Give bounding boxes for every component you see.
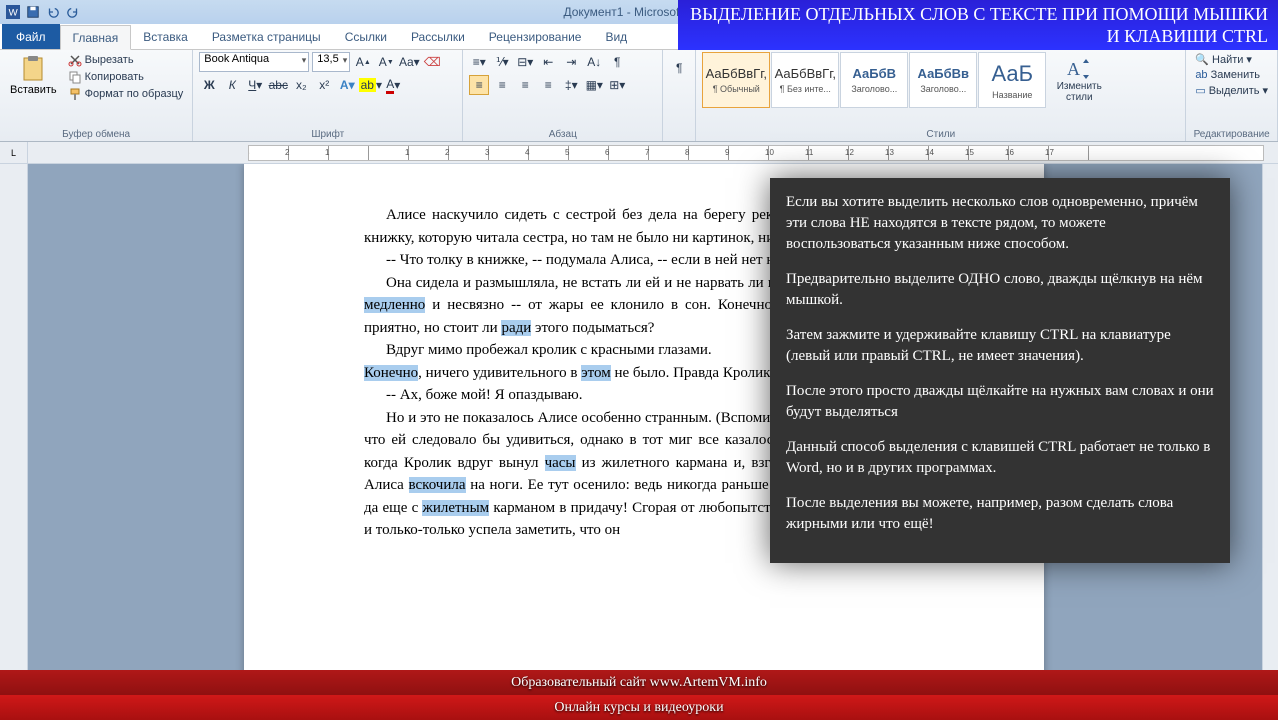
tab-review[interactable]: Рецензирование — [477, 24, 594, 49]
selected-word: медленно — [364, 297, 425, 313]
footer-tagline: Онлайн курсы и видеоуроки — [0, 695, 1278, 720]
align-left-icon[interactable]: ≡ — [469, 75, 489, 95]
tip-text: Предварительно выделите ОДНО слово, дваж… — [786, 269, 1214, 311]
cut-button[interactable]: Вырезать — [65, 52, 187, 68]
tutorial-title-overlay: ВЫДЕЛЕНИЕ ОТДЕЛЬНЫХ СЛОВ С ТЕКСТЕ ПРИ ПО… — [678, 0, 1278, 50]
style-normal[interactable]: АаБбВвГг,¶ Обычный — [702, 52, 770, 108]
bold-button[interactable]: Ж — [199, 75, 219, 95]
font-name-combo[interactable]: Book Antiqua — [199, 52, 309, 72]
tab-view[interactable]: Вид — [593, 24, 639, 49]
align-center-icon[interactable]: ≡ — [492, 75, 512, 95]
svg-text:A: A — [1067, 59, 1080, 79]
group-label-font: Шрифт — [199, 128, 456, 141]
tip-text: После выделения вы можете, например, раз… — [786, 493, 1214, 535]
tab-selector[interactable]: L — [0, 142, 28, 163]
show-marks-icon[interactable]: ¶ — [669, 58, 689, 78]
ruler-horizontal[interactable]: L 3211234567891011121314151617 — [0, 142, 1278, 164]
tab-layout[interactable]: Разметка страницы — [200, 24, 333, 49]
pilcrow-icon[interactable]: ¶ — [607, 52, 627, 72]
clear-format-icon[interactable]: ⌫ — [422, 52, 442, 72]
tab-insert[interactable]: Вставка — [131, 24, 200, 49]
ribbon: Вставить Вырезать Копировать Формат по о… — [0, 50, 1278, 142]
bullets-icon[interactable]: ≡▾ — [469, 52, 489, 72]
tutorial-tip-panel: Если вы хотите выделить несколько слов о… — [770, 178, 1230, 563]
change-case-icon[interactable]: Aa▾ — [399, 52, 419, 72]
font-size-combo[interactable]: 13,5 — [312, 52, 350, 72]
shading-icon[interactable]: ▦▾ — [584, 75, 604, 95]
selected-word: вскочила — [409, 477, 466, 493]
select-button[interactable]: ▭Выделить ▾ — [1192, 83, 1271, 98]
underline-button[interactable]: Ч▾ — [245, 75, 265, 95]
style-heading2[interactable]: АаБбВвЗаголово... — [909, 52, 977, 108]
strike-button[interactable]: abc — [268, 75, 288, 95]
copy-button[interactable]: Копировать — [65, 69, 187, 85]
selected-word: этом — [581, 365, 611, 381]
tab-mail[interactable]: Рассылки — [399, 24, 477, 49]
italic-button[interactable]: К — [222, 75, 242, 95]
footer-site: Образовательный сайт www.ArtemVM.info — [0, 670, 1278, 695]
footer-banner: Образовательный сайт www.ArtemVM.info Он… — [0, 670, 1278, 720]
vertical-scrollbar[interactable] — [1262, 164, 1278, 670]
selected-word: ради — [501, 320, 531, 336]
format-painter-button[interactable]: Формат по образцу — [65, 86, 187, 102]
undo-icon[interactable] — [44, 3, 62, 21]
align-right-icon[interactable]: ≡ — [515, 75, 535, 95]
selected-word: часы — [545, 455, 576, 471]
paste-button[interactable]: Вставить — [6, 52, 61, 128]
group-label-editing: Редактирование — [1192, 128, 1271, 141]
word-icon[interactable]: W — [4, 3, 22, 21]
find-button[interactable]: 🔍Найти ▾ — [1192, 52, 1271, 67]
redo-icon[interactable] — [64, 3, 82, 21]
save-icon[interactable] — [24, 3, 42, 21]
justify-icon[interactable]: ≡ — [538, 75, 558, 95]
tip-text: Данный способ выделения с клавишей CTRL … — [786, 437, 1214, 479]
tab-home[interactable]: Главная — [60, 25, 132, 50]
tip-text: Затем зажмите и удерживайте клавишу CTRL… — [786, 325, 1214, 367]
grow-font-icon[interactable]: A▲ — [353, 52, 373, 72]
group-label-clipboard: Буфер обмена — [6, 128, 186, 141]
change-styles-button[interactable]: A Изменить стили — [1056, 52, 1102, 108]
outdent-icon[interactable]: ⇤ — [538, 52, 558, 72]
text-effects-icon[interactable]: A▾ — [337, 75, 357, 95]
multilevel-icon[interactable]: ⊟▾ — [515, 52, 535, 72]
selected-word: Конечно — [364, 365, 418, 381]
indent-icon[interactable]: ⇥ — [561, 52, 581, 72]
style-heading1[interactable]: АаБбВЗаголово... — [840, 52, 908, 108]
superscript-button[interactable]: x² — [314, 75, 334, 95]
paste-label: Вставить — [10, 84, 57, 96]
style-gallery[interactable]: АаБбВвГг,¶ Обычный АаБбВвГг,¶ Без инте..… — [702, 52, 1046, 128]
tip-text: Если вы хотите выделить несколько слов о… — [786, 192, 1214, 255]
tab-refs[interactable]: Ссылки — [333, 24, 399, 49]
subscript-button[interactable]: x₂ — [291, 75, 311, 95]
group-paragraph: ≡▾ ⅟▾ ⊟▾ ⇤ ⇥ A↓ ¶ ≡ ≡ ≡ ≡ ‡▾ ▦▾ ⊞▾ Абзац — [463, 50, 663, 141]
group-label-styles: Стили — [702, 128, 1179, 141]
group-show-marks: ¶ — [663, 50, 696, 141]
group-styles: АаБбВвГг,¶ Обычный АаБбВвГг,¶ Без инте..… — [696, 50, 1186, 141]
line-spacing-icon[interactable]: ‡▾ — [561, 75, 581, 95]
group-editing: 🔍Найти ▾ abЗаменить ▭Выделить ▾ Редактир… — [1186, 50, 1278, 141]
group-label-paragraph: Абзац — [469, 128, 656, 141]
tip-text: После этого просто дважды щёлкайте на ну… — [786, 381, 1214, 423]
ruler-vertical[interactable] — [0, 164, 28, 670]
selected-word: жилетным — [422, 500, 489, 516]
sort-icon[interactable]: A↓ — [584, 52, 604, 72]
replace-button[interactable]: abЗаменить — [1192, 68, 1271, 82]
highlight-icon[interactable]: ab▾ — [360, 75, 380, 95]
style-nospacing[interactable]: АаБбВвГг,¶ Без инте... — [771, 52, 839, 108]
borders-icon[interactable]: ⊞▾ — [607, 75, 627, 95]
svg-text:W: W — [9, 8, 19, 19]
tab-file[interactable]: Файл — [2, 24, 60, 49]
shrink-font-icon[interactable]: A▼ — [376, 52, 396, 72]
group-font: Book Antiqua 13,5 A▲ A▼ Aa▾ ⌫ Ж К Ч▾ abc… — [193, 50, 463, 141]
quick-access-toolbar: W — [4, 3, 82, 21]
numbering-icon[interactable]: ⅟▾ — [492, 52, 512, 72]
style-title[interactable]: АаБНазвание — [978, 52, 1046, 108]
group-clipboard: Вставить Вырезать Копировать Формат по о… — [0, 50, 193, 141]
font-color-icon[interactable]: A▾ — [383, 75, 403, 95]
